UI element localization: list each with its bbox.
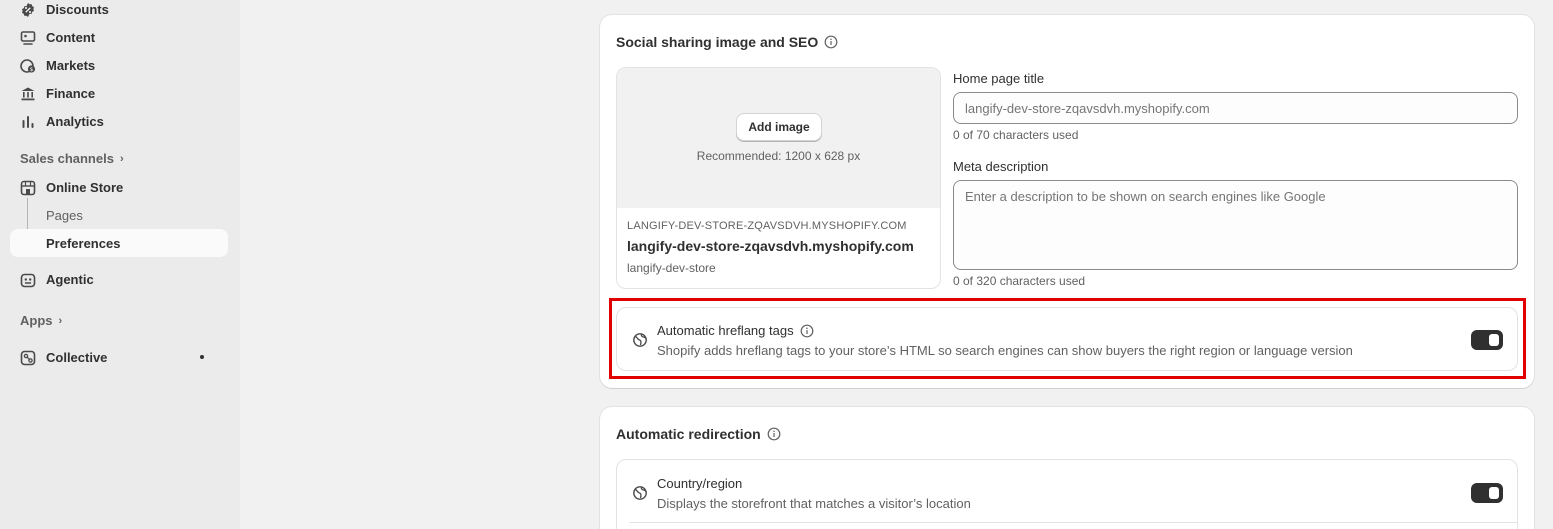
- store-icon: [20, 180, 36, 196]
- chevron-right-icon: ›: [58, 314, 63, 327]
- sidebar-item-discounts[interactable]: Discounts: [10, 0, 228, 23]
- apps-label: Apps: [20, 313, 53, 328]
- hreflang-setting: Automatic hreflang tags Shopify adds hre…: [616, 307, 1518, 371]
- bank-icon: [21, 87, 35, 101]
- globe-icon: [633, 486, 647, 500]
- country-redirect-setting: Country/region Displays the storefront t…: [616, 459, 1518, 529]
- discount-icon: [22, 3, 34, 17]
- country-redirect-toggle[interactable]: [1471, 483, 1503, 503]
- country-redirect-description: Displays the storefront that matches a v…: [657, 496, 971, 511]
- recommended-size-text: Recommended: 1200 x 628 px: [696, 149, 861, 163]
- social-image-preview: Add image Recommended: 1200 x 628 px LAN…: [616, 67, 941, 289]
- redirect-card-title-text: Automatic redirection: [616, 426, 761, 442]
- sidebar-item-label: Content: [46, 29, 96, 45]
- seo-card: Social sharing image and SEO Add image R…: [600, 15, 1534, 388]
- home-title-label: Home page title: [953, 71, 1045, 86]
- toggle-knob: [1489, 487, 1499, 499]
- sidebar-item-markets[interactable]: $ Markets: [10, 51, 228, 79]
- image-dropzone[interactable]: Add image Recommended: 1200 x 628 px: [617, 68, 940, 208]
- info-icon[interactable]: [800, 324, 814, 338]
- hreflang-title: Automatic hreflang tags: [657, 323, 814, 338]
- preview-domain: LANGIFY-DEV-STORE-ZQAVSDVH.MYSHOPIFY.COM: [627, 220, 907, 232]
- bar-chart-icon: [22, 116, 34, 128]
- hreflang-toggle[interactable]: [1471, 330, 1503, 350]
- preview-subtitle: langify-dev-store: [627, 261, 716, 275]
- hreflang-description: Shopify adds hreflang tags to your store…: [657, 343, 1353, 358]
- sidebar-item-label: Discounts: [46, 1, 109, 17]
- sidebar-item-pages[interactable]: Pages: [10, 201, 228, 229]
- sidebar-item-finance[interactable]: Finance: [10, 79, 228, 107]
- hreflang-title-text: Automatic hreflang tags: [657, 323, 794, 338]
- meta-description-help: 0 of 320 characters used: [953, 274, 1086, 288]
- sidebar-item-label: Collective: [46, 349, 108, 365]
- sales-channels-label: Sales channels: [20, 151, 114, 166]
- meta-description-input[interactable]: [953, 180, 1518, 270]
- notification-dot: [200, 355, 204, 359]
- apps-header[interactable]: Apps ›: [20, 313, 62, 328]
- sidebar-item-collective[interactable]: Collective: [10, 343, 228, 371]
- info-icon[interactable]: [767, 427, 781, 441]
- chevron-right-icon: ›: [119, 152, 124, 165]
- sales-channels-header[interactable]: Sales channels ›: [20, 151, 124, 166]
- svg-text:$: $: [30, 67, 34, 73]
- globe-dollar-icon: $: [20, 59, 36, 73]
- sidebar-item-label: Agentic: [46, 271, 94, 287]
- toggle-knob: [1489, 334, 1499, 346]
- country-redirect-title: Country/region: [657, 476, 743, 491]
- meta-description-label: Meta description: [953, 159, 1049, 174]
- sidebar-item-label: Online Store: [46, 179, 124, 195]
- preview-title: langify-dev-store-zqavsdvh.myshopify.com: [627, 238, 914, 254]
- sidebar-item-label: Pages: [46, 207, 83, 223]
- sidebar-item-agentic[interactable]: Agentic: [10, 265, 228, 293]
- sidebar-item-label: Analytics: [46, 113, 104, 129]
- sidebar-item-label: Finance: [46, 85, 96, 101]
- sidebar-item-online-store[interactable]: Online Store: [10, 173, 228, 201]
- collective-icon: [20, 350, 36, 366]
- seo-card-title: Social sharing image and SEO: [616, 34, 838, 50]
- redirect-card: Automatic redirection Country/region Dis…: [600, 407, 1534, 529]
- sidebar: Discounts Content $ Markets Finance Anal…: [0, 0, 240, 529]
- sidebar-item-content[interactable]: Content: [10, 23, 228, 51]
- sidebar-item-analytics[interactable]: Analytics: [10, 107, 228, 135]
- home-title-input[interactable]: [953, 92, 1518, 124]
- globe-icon: [633, 333, 647, 347]
- add-image-button[interactable]: Add image: [736, 113, 822, 141]
- content-icon: [20, 31, 36, 45]
- sidebar-item-label: Markets: [46, 57, 96, 73]
- sidebar-item-label: Preferences: [46, 235, 121, 251]
- divider: [629, 522, 1517, 523]
- info-icon[interactable]: [824, 35, 838, 49]
- seo-card-title-text: Social sharing image and SEO: [616, 34, 819, 50]
- sidebar-item-preferences[interactable]: Preferences: [10, 229, 228, 257]
- home-title-help: 0 of 70 characters used: [953, 128, 1079, 142]
- robot-icon: [20, 273, 36, 288]
- redirect-card-title: Automatic redirection: [616, 426, 781, 442]
